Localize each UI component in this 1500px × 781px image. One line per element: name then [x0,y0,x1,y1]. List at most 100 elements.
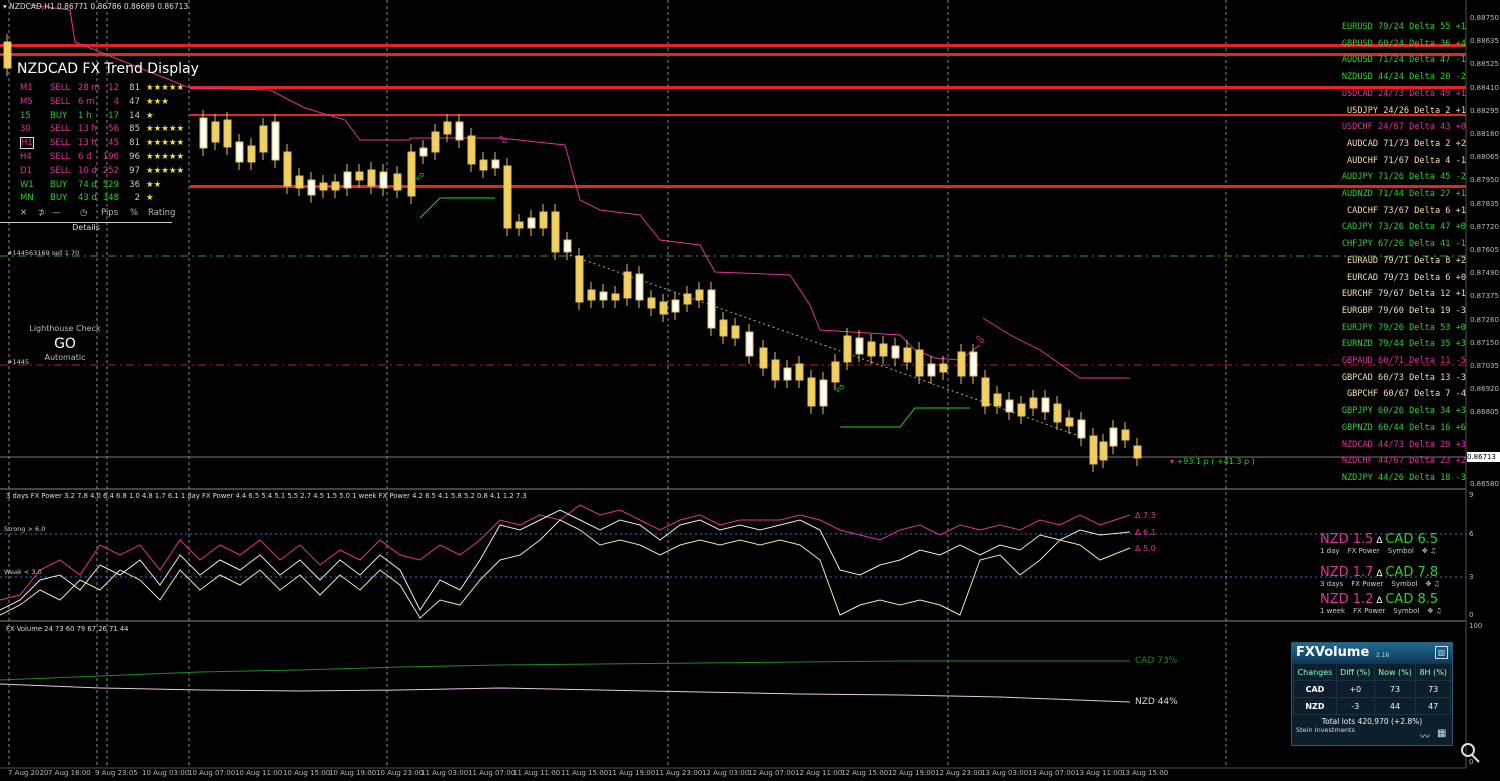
candle [407,151,416,197]
panel-divider[interactable] [0,488,1466,490]
time-tick: 11 Aug 23:00 [655,769,703,777]
pips-cell: 12 [108,83,119,93]
buy-arrow-icon: ⬀ [415,169,425,183]
price-tick: 0.87375 [1470,292,1499,301]
period-label[interactable]: 1 week [1320,607,1345,615]
percent-cell: 85 [129,124,140,135]
fx-power-block[interactable]: NZD 1.2 Δ CAD 8.5 1 week FX Power Symbol ✥ ♫ [1320,592,1460,615]
chart-line-icon[interactable]: 〰 [1420,728,1430,743]
pair-item: CADJPY 73/26 Delta 47 +0 [1341,222,1466,233]
col-diff[interactable]: Diff (%) [1335,663,1375,681]
period-label[interactable]: 3 days [1320,580,1343,588]
time-tick: 9 Aug 23:05 [95,769,138,777]
rating-cell: ★★★★★ [146,83,185,93]
candle [957,351,966,377]
rating-header[interactable]: Rating [148,208,175,218]
candle [443,121,452,135]
pair-item: EURUSD 79/24 Delta 55 +1 [1341,22,1466,32]
pips-header[interactable]: Pips [101,208,118,218]
symbol-label[interactable]: Symbol [1388,547,1414,555]
trend-display-table[interactable]: M1 SELL 28 m 12 81 ★★★★★ M5 SELL 6 m 4 47 ★★★ 15 BUY 1… [0,82,190,222]
now-cell: 73 [1373,680,1417,698]
trailing-stop-sell-2 [982,317,1130,379]
pin-icon[interactable]: ⊅ [38,208,45,218]
move-icon[interactable]: ✥ ♫ [1422,547,1436,555]
close-icon[interactable]: ✕ [20,208,27,218]
fx-power-header: 3 days FX Power 3.2 7.8 4.0 6.4 6.8 1.0 … [6,492,527,500]
age-cell: 6 m [78,96,95,107]
time-tick: 12 Aug 11:00 [795,769,843,777]
col-changes[interactable]: Changes [1293,663,1337,681]
candle [199,117,208,149]
panel-divider[interactable] [0,620,1466,622]
percent-header[interactable]: % [130,208,138,218]
sell-order-label[interactable]: #144563169 sell 1.70 [7,249,79,257]
move-icon[interactable]: ✥ ♫ [1427,607,1441,615]
time-tick: 12 Aug 07:00 [748,769,796,777]
fx-power-subline: 3 days FX Power Symbol ✥ ♫ [1320,580,1460,588]
symbol-label[interactable]: Symbol [1393,607,1419,615]
candle [551,211,560,253]
cad-volume-line [0,660,1130,681]
fx-power-block[interactable]: NZD 1.7 Δ CAD 7.8 3 days FX Power Symbol ✥ ♫ [1320,565,1460,588]
time-tick: 11 Aug 03:00 [421,769,469,777]
rating-cell: ★ [146,110,154,121]
pair-item: EURCAD 79/73 Delta 6 +0 [1347,272,1466,283]
fx-power-values: NZD 1.7 Δ CAD 7.8 [1320,565,1460,580]
direction-cell: BUY [50,110,68,121]
diff-cell: +0 [1335,680,1375,698]
candle [831,361,840,383]
price-tick: 0.86805 [1470,408,1499,417]
trailing-stop-buy [419,197,495,219]
rating-cell: ★★★ [146,96,169,107]
candle [235,141,244,163]
fx-volume-widget[interactable]: FXVolume 2.16 ▥ Changes Diff (%) Now (%)… [1291,642,1453,746]
power-axis-label: 0 [1469,611,1474,619]
candle [683,293,692,305]
time-tick: 12 Aug 19:00 [888,769,936,777]
volume-axis-bottom: 0 [1469,758,1474,766]
move-icon[interactable]: ✥ ♫ [1426,580,1440,588]
current-price-tag: 0.86713 [1467,452,1500,462]
fx-volume-brand: FXVolume [1296,645,1370,660]
minimize-icon[interactable]: — [52,208,61,218]
period-label[interactable]: 1 day [1320,547,1340,555]
fx-power-subline: 1 day FX Power Symbol ✥ ♫ [1320,547,1460,555]
chart-icon[interactable]: ▥ [1435,646,1448,659]
direction-cell: BUY [50,179,68,190]
lighthouse-check[interactable]: Lighthouse Check GO Automatic [20,324,110,362]
pips-cell: 4 [113,96,119,107]
candle [939,363,948,373]
candle [575,255,584,303]
candle [1133,445,1142,459]
power-label[interactable]: FX Power [1353,607,1385,615]
delta-3days: Δ 6.1 [1135,528,1156,537]
time-tick: 10 Aug 03:00 [142,769,190,777]
col-8h[interactable]: 8H (%) [1415,663,1451,681]
time-tick: 13 Aug 07:00 [1028,769,1076,777]
pair-item: GBPCAD 60/73 Delta 13 -3 [1341,372,1466,383]
pair-item: NZDCHF 44/67 Delta 23 +2 [1341,456,1466,467]
pair-item: AUDNZD 71/44 Delta 27 +1 [1341,189,1466,199]
pair-item: AUDCAD 71/73 Delta 2 +2 [1347,138,1466,149]
grid-icon[interactable]: ▦ [1437,728,1446,739]
candle [659,301,668,315]
candle [367,169,376,187]
power-label[interactable]: FX Power [1348,547,1380,555]
pips-cell: 196 [102,152,119,162]
col-now[interactable]: Now (%) [1373,663,1417,681]
clock-icon[interactable]: ◷ [80,208,87,218]
fx-power-block[interactable]: NZD 1.5 Δ CAD 6.5 1 day FX Power Symbol ✥ ♫ [1320,532,1460,555]
timeframe-cell: 15 [20,110,31,121]
time-tick: 11 Aug 07:00 [468,769,516,777]
symbol-label[interactable]: Symbol [1391,580,1417,588]
chart-canvas[interactable]: ⬂ ⬂ ⬀ ⬀ [0,0,1500,781]
pair-item: NZDUSD 44/24 Delta 20 -2 [1341,72,1466,83]
candle [707,289,716,329]
details-button[interactable]: Details [0,222,172,234]
power-label[interactable]: FX Power [1351,580,1383,588]
timeframe-cell: W1 [20,179,34,190]
chevron-down-icon[interactable]: ▾ [3,2,7,11]
candle [759,347,768,369]
candle [563,239,572,253]
